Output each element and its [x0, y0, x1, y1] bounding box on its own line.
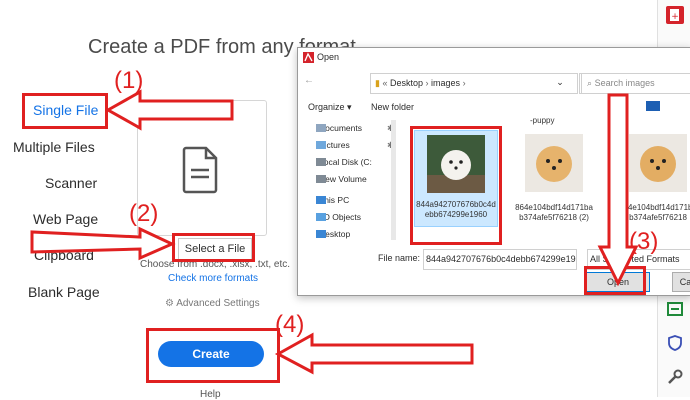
arrow-step-1 [104, 89, 234, 131]
arrow-step-2 [30, 226, 176, 261]
annotation-arrows [30, 89, 639, 375]
arrow-step-4 [274, 332, 474, 375]
arrow-step-3 [597, 93, 639, 287]
